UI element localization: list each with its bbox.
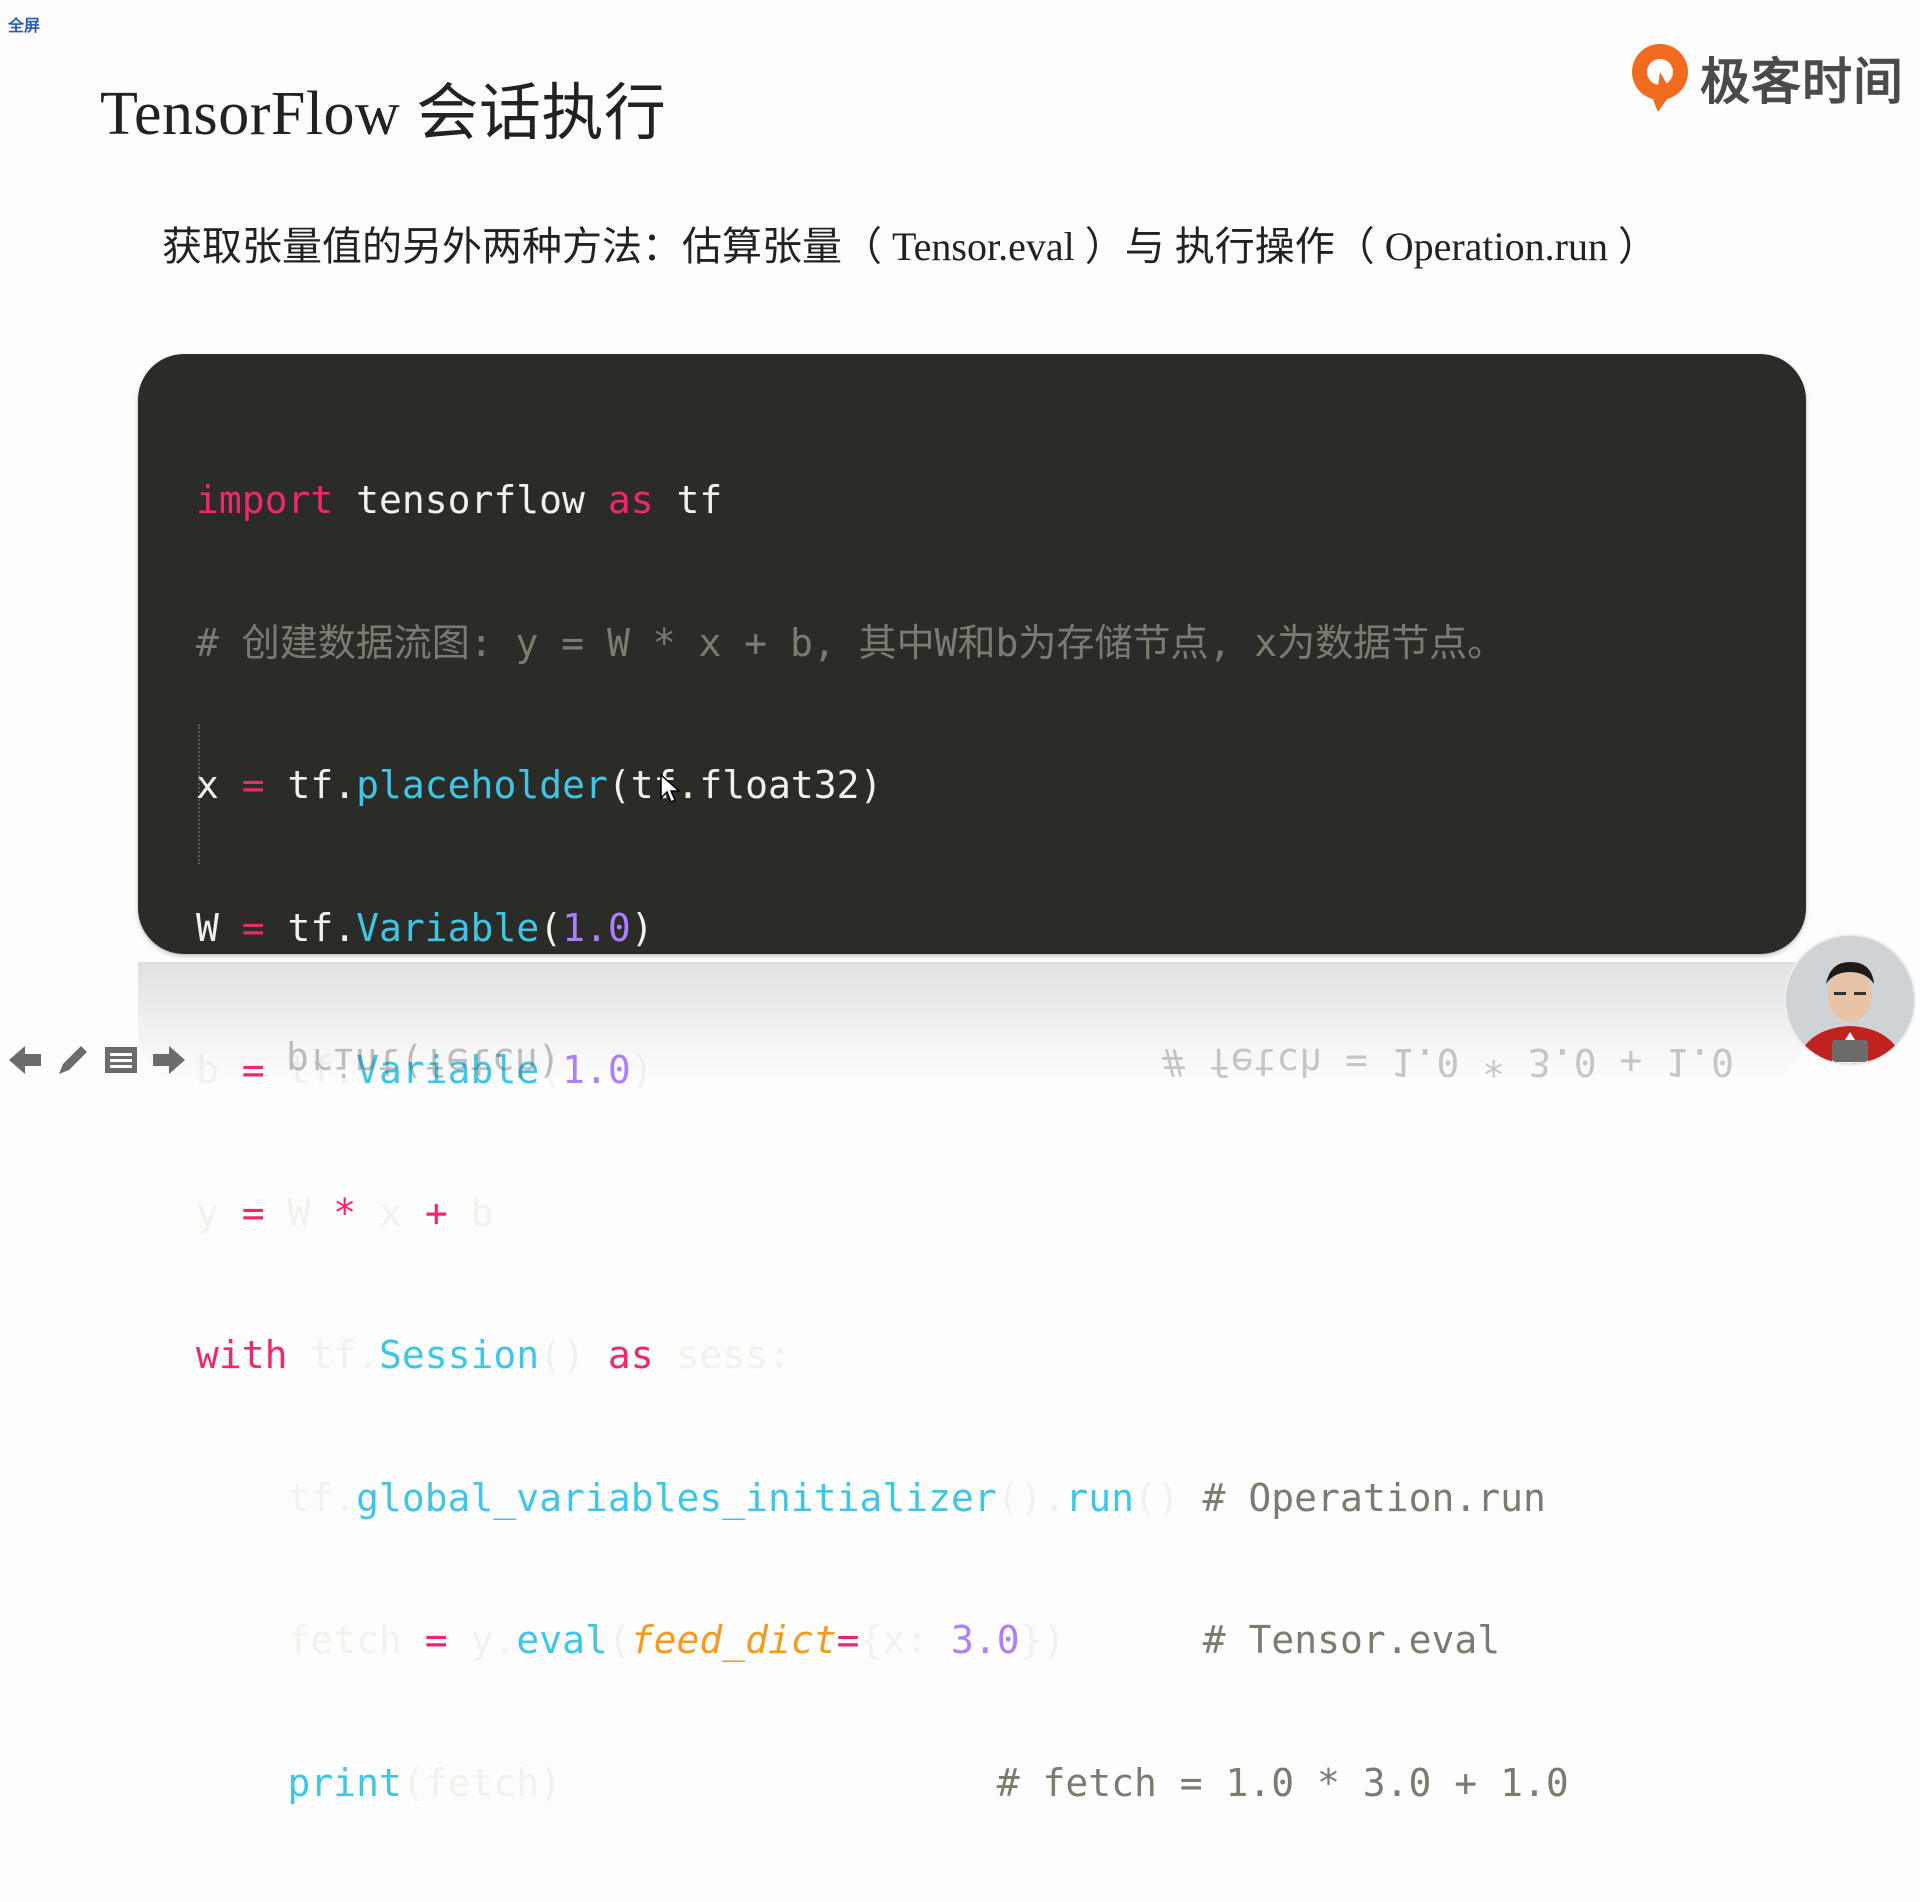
code-line-8: tf.global_variables_initializer().run() … — [196, 1475, 1569, 1523]
code-line-2: # 创建数据流图: y = W * x + b, 其中W和b为存储节点, x为数… — [196, 620, 1569, 668]
code-text: y. — [447, 1618, 517, 1662]
operator: = — [241, 905, 265, 950]
code-text: () — [539, 1333, 608, 1377]
geektime-logo: 极客时间 — [1628, 42, 1904, 114]
function-name: run — [1065, 1475, 1135, 1520]
previous-arrow-icon — [9, 1046, 41, 1074]
code-text: (fetch) — [401, 1760, 563, 1805]
function-name: placeholder — [356, 763, 608, 807]
code-text: (tf.float32) — [607, 763, 883, 807]
code-text: () — [1134, 1475, 1203, 1520]
slide-navigation — [6, 1042, 188, 1078]
code-comment: # Operation.run — [1202, 1475, 1546, 1520]
operator: * — [333, 1190, 357, 1235]
code-line-4: W = tf.Variable(1.0) — [196, 905, 1569, 953]
code-text: tf. — [264, 763, 357, 807]
code-line-1: import tensorflow as tf — [196, 477, 1569, 525]
function-name: Variable — [356, 905, 540, 950]
number-literal: 1.0 — [562, 905, 631, 950]
presenter-avatar — [1786, 936, 1914, 1064]
slide-title: TensorFlow 会话执行 — [100, 80, 667, 148]
code-text: W — [264, 1190, 334, 1235]
code-listing: import tensorflow as tf # 创建数据流图: y = W … — [196, 382, 1569, 1902]
number-literal: 3.0 — [951, 1618, 1020, 1662]
code-comment: # fetch = 1.0 * 3.0 + 1.0 — [996, 1760, 1569, 1805]
slide-menu-button[interactable] — [102, 1042, 140, 1078]
code-block: import tensorflow as tf # 创建数据流图: y = W … — [138, 354, 1806, 1805]
code-text: }) — [1019, 1618, 1066, 1662]
code-text: tf. — [264, 905, 357, 950]
code-text: tf. — [287, 1333, 380, 1377]
slide-subtitle: 获取张量值的另外两种方法：估算张量（ Tensor.eval ）与 执行操作（ … — [162, 224, 1658, 269]
code-text: b — [447, 1190, 494, 1235]
code-line-9: fetch = y.eval(feed_dict={x: 3.0}) # Ten… — [196, 1617, 1569, 1665]
keyword: as — [607, 1333, 654, 1377]
code-line-10: print(fetch) # fetch = 1.0 * 3.0 + 1.0 — [196, 1760, 1569, 1808]
code-text: tf — [653, 478, 723, 522]
previous-slide-button[interactable] — [6, 1042, 44, 1078]
geektime-logo-icon — [1632, 44, 1688, 112]
code-comment: # Tensor.eval — [1202, 1618, 1501, 1662]
function-name: eval — [516, 1618, 608, 1662]
code-text: x — [356, 1190, 425, 1235]
reflection-text: print(fetch) — [286, 1040, 561, 1080]
code-text: W — [196, 905, 242, 950]
fullscreen-label[interactable]: 全屏 — [8, 12, 40, 36]
code-text: fetch — [287, 1618, 425, 1662]
operator: = — [424, 1618, 448, 1662]
code-padding — [562, 1761, 997, 1805]
operator: = — [241, 1190, 265, 1235]
code-text: tensorflow — [333, 478, 608, 522]
code-text: {x: — [859, 1618, 952, 1662]
code-line-6: y = W * x + b — [196, 1190, 1569, 1238]
operator: + — [424, 1190, 448, 1235]
reflection-text: # fetch = 1.0 * 3.0 + 1.0 — [1162, 1040, 1734, 1080]
function-name: print — [287, 1760, 402, 1805]
function-name: global_variables_initializer — [356, 1475, 997, 1520]
keyword-argument: feed_dict — [630, 1618, 837, 1662]
code-text: x — [196, 763, 242, 807]
function-name: Session — [379, 1333, 540, 1377]
code-text: y — [196, 1190, 242, 1235]
mouse-cursor-icon — [660, 774, 680, 804]
code-text: sess: — [653, 1333, 791, 1377]
operator: = — [836, 1618, 860, 1662]
keyword: with — [196, 1333, 288, 1377]
presenter-avatar — [1786, 936, 1914, 1064]
code-text: ( — [607, 1618, 631, 1662]
code-comment: # 创建数据流图: y = W * x + b, 其中W和b为存储节点, x为数… — [196, 620, 1506, 665]
code-block-reflection: print(fetch) # fetch = 1.0 * 3.0 + 1.0 — [138, 962, 1806, 1080]
code-line-3: x = tf.placeholder(tf.float32) — [196, 762, 1569, 810]
code-text: ( — [539, 905, 563, 950]
keyword: import — [196, 478, 334, 522]
next-slide-button[interactable] — [150, 1042, 188, 1078]
operator: = — [241, 763, 265, 807]
code-text: (). — [996, 1475, 1066, 1520]
code-text: ) — [630, 905, 654, 950]
next-arrow-icon — [153, 1046, 185, 1074]
pen-icon — [59, 1046, 87, 1074]
code-line-7: with tf.Session() as sess: — [196, 1332, 1569, 1380]
keyword: as — [607, 478, 654, 522]
code-padding — [1065, 1618, 1202, 1662]
pen-tool-button[interactable] — [54, 1042, 92, 1078]
logo-text: 极客时间 — [1700, 53, 1904, 111]
menu-icon — [105, 1047, 137, 1073]
code-text: tf. — [287, 1475, 357, 1520]
